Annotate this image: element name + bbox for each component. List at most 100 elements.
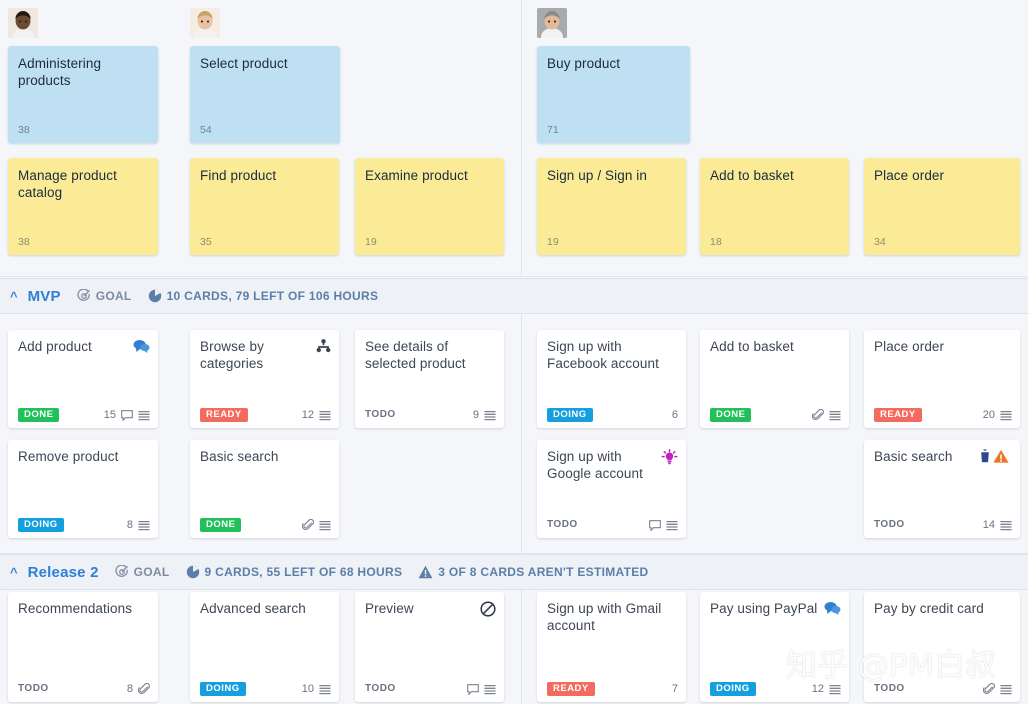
comment-icon[interactable] [467, 683, 479, 695]
story-card[interactable]: Sign up with Facebook account DOING 6 [537, 330, 686, 428]
status-badge[interactable]: DOING [547, 407, 593, 423]
status-badge[interactable]: TODO [874, 682, 911, 697]
step-card[interactable]: Add to basket 18 [700, 158, 849, 255]
description-icon[interactable] [666, 520, 678, 531]
description-icon[interactable] [484, 684, 496, 695]
status-badge[interactable]: TODO [874, 518, 911, 533]
activity-card[interactable]: Administering products 38 [8, 46, 158, 143]
story-card-title: Basic search [200, 449, 279, 464]
lightbulb-icon[interactable] [661, 449, 678, 465]
trash-warning-icon[interactable] [978, 449, 1012, 464]
story-card[interactable]: Basic search DONE [190, 440, 339, 538]
story-card[interactable]: Pay by credit card TODO [864, 592, 1020, 702]
comment-icon[interactable] [649, 519, 661, 531]
attachment-icon[interactable] [812, 409, 824, 421]
release-header-mvp[interactable]: ^ MVP GOAL 10 CARDS, 79 LEFT OF 106 HOURS [0, 278, 1028, 314]
status-badge[interactable]: DOING [18, 517, 64, 533]
story-card[interactable]: See details of selected product TODO 9 [355, 330, 504, 428]
status-badge[interactable]: READY [200, 407, 248, 423]
description-icon[interactable] [1000, 684, 1012, 695]
attachment-icon[interactable] [138, 683, 150, 695]
blocked-icon[interactable] [480, 601, 496, 617]
story-card-head-icons [133, 338, 150, 354]
status-badge[interactable]: TODO [547, 518, 584, 533]
description-icon[interactable] [829, 684, 841, 695]
story-card[interactable]: Add to basket DONE [700, 330, 849, 428]
attachment-icon[interactable] [983, 683, 995, 695]
story-card[interactable]: Advanced search DOING 10 [190, 592, 339, 702]
step-card-title: Add to basket [710, 168, 794, 183]
story-card[interactable]: Preview TODO [355, 592, 504, 702]
persona-buyer-male[interactable] [537, 8, 567, 38]
status-badge[interactable]: DOING [200, 681, 246, 697]
map-bottom-divider [0, 276, 1028, 277]
status-badge[interactable]: READY [874, 407, 922, 423]
status-badge[interactable]: DONE [200, 517, 242, 533]
story-card[interactable]: Sign up with Google account TODO [537, 440, 686, 538]
story-card[interactable]: Remove product DOING 8 [8, 440, 158, 538]
attachment-icon[interactable] [302, 519, 314, 531]
activity-card-title: Select product [200, 56, 288, 71]
story-card-meta: 20 [983, 409, 1012, 421]
pie-icon[interactable] [148, 289, 162, 303]
persona-administrator[interactable] [8, 8, 38, 38]
story-card[interactable]: Pay using PayPal DOING 12 [700, 592, 849, 702]
status-badge[interactable]: TODO [365, 682, 402, 697]
story-card[interactable]: Recommendations TODO 8 [8, 592, 158, 702]
story-card[interactable]: Browse by categories READY 12 [190, 330, 339, 428]
comment-icon[interactable] [121, 409, 133, 421]
release-goal[interactable]: GOAL [115, 565, 170, 579]
step-card[interactable]: Find product 35 [190, 158, 339, 255]
goal-icon[interactable] [115, 565, 129, 579]
pie-icon[interactable] [186, 565, 200, 579]
story-card[interactable]: Place order READY 20 [864, 330, 1020, 428]
status-badge[interactable]: READY [547, 681, 595, 697]
status-badge[interactable]: DONE [18, 407, 60, 423]
story-card-title: Pay using PayPal [710, 601, 818, 616]
release-header-release-2[interactable]: ^ Release 2 GOAL 9 CARDS, 55 LEFT OF 68 H… [0, 554, 1028, 590]
description-icon[interactable] [829, 410, 841, 421]
story-card-header: Pay by credit card [864, 592, 1020, 617]
story-card-footer: READY 20 [864, 402, 1020, 428]
status-badge[interactable]: TODO [18, 682, 55, 697]
description-icon[interactable] [1000, 520, 1012, 531]
description-icon[interactable] [319, 410, 331, 421]
description-icon[interactable] [138, 410, 150, 421]
status-badge[interactable]: TODO [365, 408, 402, 423]
release-name[interactable]: MVP [28, 288, 61, 305]
step-card[interactable]: Manage product catalog 38 [8, 158, 158, 255]
release-stats: 9 CARDS, 55 LEFT OF 68 HOURS [186, 565, 403, 579]
activity-card[interactable]: Select product 54 [190, 46, 340, 143]
collapse-chevron-icon[interactable]: ^ [10, 565, 18, 580]
story-card-footer: TODO [355, 676, 504, 702]
branch-icon[interactable] [316, 339, 331, 353]
release-name[interactable]: Release 2 [28, 564, 99, 581]
step-card[interactable]: Place order 34 [864, 158, 1020, 255]
status-badge[interactable]: DONE [710, 407, 752, 423]
description-icon[interactable] [138, 520, 150, 531]
activity-card[interactable]: Buy product 71 [537, 46, 690, 143]
description-icon[interactable] [1000, 410, 1012, 421]
status-badge[interactable]: DOING [710, 681, 756, 697]
chat-bubbles-icon[interactable] [133, 339, 150, 354]
persona-buyer-female[interactable] [190, 8, 220, 38]
story-card[interactable]: Add product DONE 15 [8, 330, 158, 428]
story-card[interactable]: Basic search TODO 14 [864, 440, 1020, 538]
step-card[interactable]: Examine product 19 [355, 158, 504, 255]
description-icon[interactable] [319, 684, 331, 695]
story-card-footer: TODO 14 [864, 512, 1020, 538]
story-card[interactable]: Sign up with Gmail account READY 7 [537, 592, 686, 702]
story-card-title: See details of selected product [365, 339, 466, 371]
story-card-title: Preview [365, 601, 414, 616]
release-goal[interactable]: GOAL [77, 289, 132, 303]
goal-icon[interactable] [77, 289, 91, 303]
story-card-points: 8 [126, 519, 133, 531]
warning-triangle-icon[interactable] [418, 565, 433, 579]
description-icon[interactable] [319, 520, 331, 531]
story-card-header: Place order [864, 330, 1020, 355]
chat-bubbles-icon[interactable] [824, 601, 841, 616]
step-card[interactable]: Sign up / Sign in 19 [537, 158, 686, 255]
collapse-chevron-icon[interactable]: ^ [10, 289, 18, 304]
release-stats-label: 10 CARDS, 79 LEFT OF 106 HOURS [166, 289, 379, 303]
description-icon[interactable] [484, 410, 496, 421]
